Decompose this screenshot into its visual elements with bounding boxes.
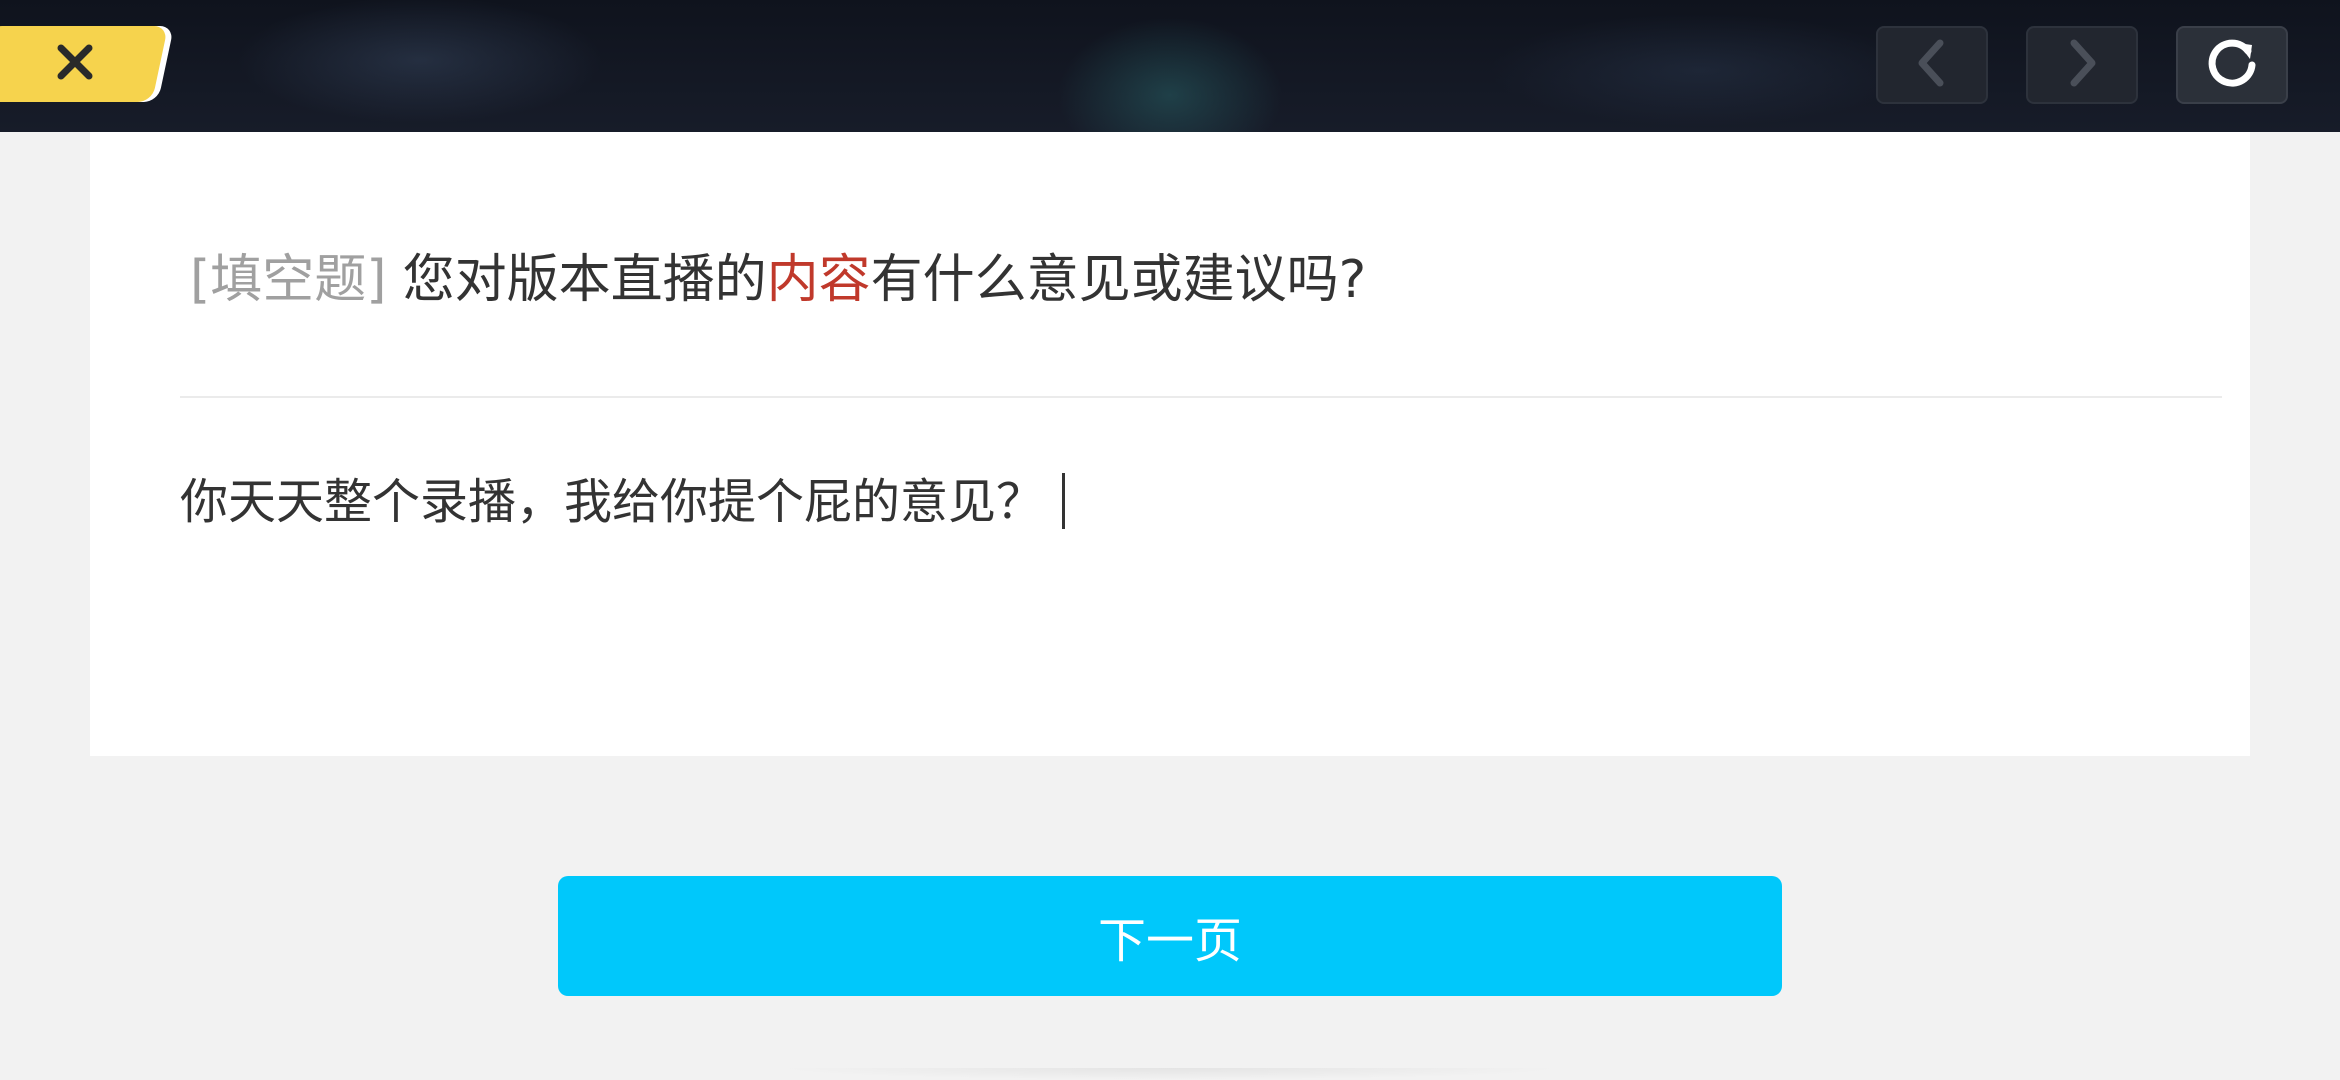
next-page-label: 下一页 — [1097, 913, 1242, 969]
question-type-tag: [填空题] — [190, 250, 387, 310]
close-x-icon — [53, 40, 97, 88]
refresh-icon — [2204, 35, 2260, 95]
close-button[interactable] — [0, 26, 169, 102]
forward-button[interactable] — [2026, 26, 2138, 104]
answer-text: 你天天整个录播，我给你提个屁的意见？ — [180, 474, 1045, 530]
divider — [180, 396, 2222, 398]
answer-input[interactable]: 你天天整个录播，我给你提个屁的意见？ — [180, 462, 2180, 542]
back-button[interactable] — [1876, 26, 1988, 104]
survey-page: [填空题] 您对版本直播的内容有什么意见或建议吗? 你天天整个录播，我给你提个屁的… — [0, 0, 2340, 1080]
chevron-right-icon — [2062, 37, 2102, 93]
question-text-after: 有什么意见或建议吗? — [870, 250, 1367, 310]
question-title: [填空题] 您对版本直播的内容有什么意见或建议吗? — [190, 238, 1366, 322]
next-page-button[interactable]: 下一页 — [558, 876, 1782, 996]
bottom-shadow — [770, 1068, 1570, 1080]
question-card: [填空题] 您对版本直播的内容有什么意见或建议吗? 你天天整个录播，我给你提个屁的… — [90, 132, 2250, 756]
text-cursor — [1062, 473, 1066, 529]
chevron-left-icon — [1912, 37, 1952, 93]
question-text-before: 您对版本直播的 — [402, 250, 767, 310]
top-bar — [0, 0, 2340, 132]
question-text-highlight: 内容 — [766, 250, 871, 310]
refresh-button[interactable] — [2176, 26, 2288, 104]
